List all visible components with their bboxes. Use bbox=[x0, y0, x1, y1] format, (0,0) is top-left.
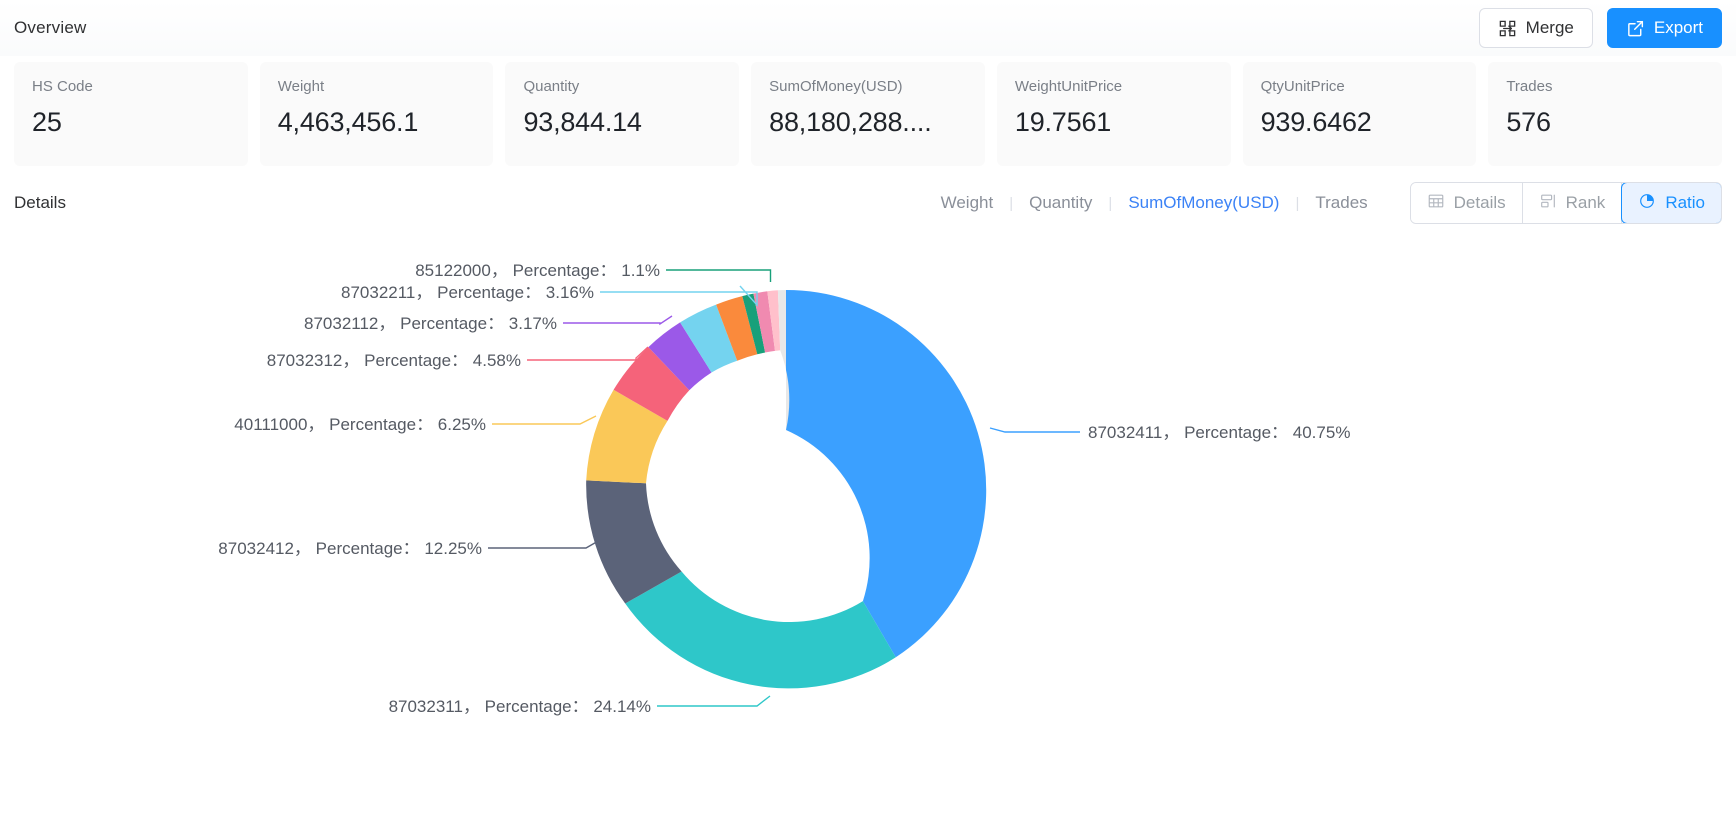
stat-card-weightunitprice: WeightUnitPrice 19.7561 bbox=[996, 62, 1231, 166]
ratio-chart: 85122000， Percentage： 1.1% 87032211， Per… bbox=[0, 230, 1736, 810]
view-button-details[interactable]: Details bbox=[1410, 183, 1523, 223]
view-button-label: Rank bbox=[1565, 193, 1606, 212]
view-button-label: Ratio bbox=[1665, 193, 1705, 212]
stat-card-sumofmoney: SumOfMoney(USD) 88,180,288.... bbox=[751, 62, 985, 166]
tab-weight[interactable]: Weight bbox=[925, 193, 1010, 213]
stat-card-row: HS Code 25 Weight 4,463,456.1 Quantity 9… bbox=[0, 56, 1736, 166]
donut-chart-svg: 85122000， Percentage： 1.1% 87032211， Per… bbox=[218, 261, 1350, 716]
tab-sumofmoney[interactable]: SumOfMoney(USD) bbox=[1112, 193, 1295, 213]
donut-slices bbox=[586, 289, 987, 689]
stat-card-label: QtyUnitPrice bbox=[1260, 78, 1345, 95]
stat-card-label: WeightUnitPrice bbox=[1014, 78, 1123, 95]
stat-card-label: Trades bbox=[1506, 78, 1553, 95]
view-button-ratio[interactable]: Ratio bbox=[1621, 183, 1721, 223]
top-bar: Overview Merge Export bbox=[0, 0, 1736, 56]
view-button-rank[interactable]: Rank bbox=[1522, 183, 1623, 223]
stat-card-label: Weight bbox=[277, 78, 325, 95]
export-button-label: Export bbox=[1653, 18, 1703, 37]
merge-button[interactable]: Merge bbox=[1478, 8, 1593, 48]
view-mode-group: Details Rank Ratio bbox=[1409, 182, 1722, 224]
export-button[interactable]: Export bbox=[1606, 8, 1722, 48]
slice-label-87032411: 87032411， Percentage： 40.75% bbox=[1088, 423, 1350, 442]
stat-card-label: HS Code bbox=[32, 78, 93, 95]
page-root: Overview Merge Export HS Code 25 Weight … bbox=[0, 0, 1736, 827]
slice-label-87032312: 87032312， Percentage： 4.58% bbox=[267, 351, 521, 370]
stat-card-value: 25 bbox=[32, 107, 62, 137]
stat-card-label: SumOfMoney(USD) bbox=[769, 78, 903, 95]
tab-trades[interactable]: Trades bbox=[1299, 193, 1383, 213]
tab-quantity[interactable]: Quantity bbox=[1013, 193, 1108, 213]
stat-card-weight: Weight 4,463,456.1 bbox=[259, 62, 494, 166]
stat-card-hs-code: HS Code 25 bbox=[14, 62, 248, 166]
stat-card-value: 576 bbox=[1506, 107, 1551, 137]
stat-card-qtyunitprice: QtyUnitPrice 939.6462 bbox=[1242, 62, 1477, 166]
merge-icon bbox=[1498, 19, 1517, 38]
slice-label-87032412: 87032412， Percentage： 12.25% bbox=[218, 539, 482, 558]
stat-card-trades: Trades 576 bbox=[1488, 62, 1723, 166]
stat-card-quantity: Quantity 93,844.14 bbox=[505, 62, 740, 166]
slice-87032311[interactable] bbox=[625, 571, 896, 689]
details-title: Details bbox=[14, 193, 66, 212]
stat-card-value: 93,844.14 bbox=[523, 107, 642, 137]
slice-label-87032112: 87032112， Percentage： 3.17% bbox=[304, 314, 557, 333]
table-icon bbox=[1427, 192, 1445, 215]
slice-label-85122000: 85122000， Percentage： 1.1% bbox=[415, 261, 660, 280]
details-toolbar: Details Weight | Quantity | SumOfMoney(U… bbox=[0, 166, 1736, 230]
stat-card-value: 4,463,456.1 bbox=[277, 107, 419, 137]
pie-chart-icon bbox=[1638, 192, 1656, 215]
stat-card-label: Quantity bbox=[523, 78, 580, 95]
slice-87032411[interactable] bbox=[786, 289, 987, 658]
merge-button-label: Merge bbox=[1525, 18, 1574, 37]
page-title: Overview bbox=[14, 18, 87, 37]
slice-label-87032311: 87032311， Percentage： 24.14% bbox=[389, 697, 651, 716]
stat-card-value: 19.7561 bbox=[1014, 107, 1112, 137]
slice-label-40111000: 40111000， Percentage： 6.25% bbox=[234, 415, 486, 434]
stat-card-value: 88,180,288.... bbox=[769, 107, 932, 137]
top-bar-actions: Merge Export bbox=[1478, 8, 1722, 48]
slice-label-87032211: 87032211， Percentage： 3.16% bbox=[341, 283, 594, 302]
external-link-icon bbox=[1626, 19, 1645, 38]
view-button-label: Details bbox=[1453, 193, 1506, 212]
metric-tab-group: Weight | Quantity | SumOfMoney(USD) | Tr… bbox=[925, 182, 1722, 224]
bar-rank-icon bbox=[1539, 192, 1557, 215]
stat-card-value: 939.6462 bbox=[1260, 107, 1372, 137]
